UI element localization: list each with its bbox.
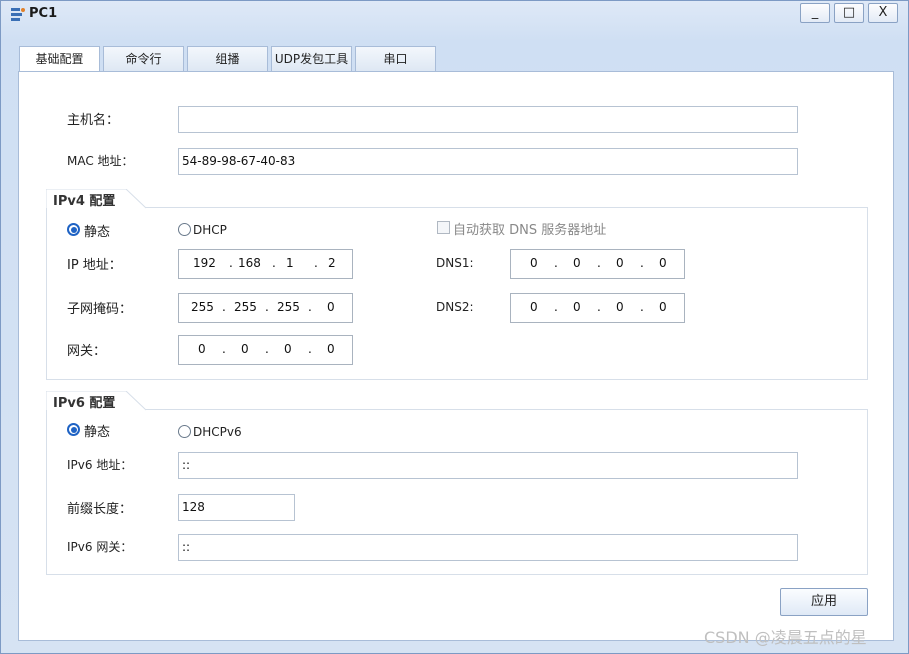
ip-dot-2: . [272, 256, 276, 270]
ip-dot-3: . [314, 256, 318, 270]
mask-dot-2: . [265, 300, 269, 314]
hostname-label: 主机名： [67, 113, 120, 128]
dns2-label: DNS2: [436, 300, 474, 314]
gateway-octet-2: 0 [241, 342, 249, 356]
mask-dot-3: . [308, 300, 312, 314]
tab-basic-config[interactable]: 基础配置 [19, 46, 100, 73]
title-bar[interactable]: PC1 _ □ X [1, 1, 908, 29]
ipv6-dhcpv6-label: DHCPv6 [193, 425, 242, 439]
dns1-octet-2: 0 [573, 256, 581, 270]
hostname-input[interactable] [178, 106, 798, 133]
ipv6-group-title: IPv6 配置 [47, 393, 116, 415]
ip-address-input[interactable]: 192 . 168 . 1 . 2 [178, 249, 353, 279]
ipv6-dhcpv6-radio[interactable] [178, 425, 191, 438]
ipv6-gateway-label: IPv6 网关： [67, 540, 133, 554]
pc1-window: PC1 _ □ X 基础配置 命令行 组播 UDP发包工具 串口 主机名： MA… [0, 0, 909, 654]
pc-app-icon [11, 8, 25, 21]
gateway-octet-3: 0 [284, 342, 292, 356]
dns1-octet-4: 0 [659, 256, 667, 270]
ip-address-label: IP 地址： [67, 258, 122, 273]
auto-dns-label: 自动获取 DNS 服务器地址 [453, 223, 607, 238]
ip-octet-1: 192 [193, 256, 216, 270]
tab-serial[interactable]: 串口 [355, 46, 436, 72]
ip-dot-1: . [229, 256, 233, 270]
dns2-dot-3: . [640, 300, 644, 314]
gateway-dot-1: . [222, 342, 226, 356]
ip-octet-2: 168 [238, 256, 261, 270]
close-button[interactable]: X [868, 3, 898, 23]
gateway-dot-3: . [308, 342, 312, 356]
gateway-label: 网关： [67, 344, 107, 359]
dns2-octet-4: 0 [659, 300, 667, 314]
dns1-dot-2: . [597, 256, 601, 270]
dns2-octet-1: 0 [530, 300, 538, 314]
dns1-input[interactable]: 0 . 0 . 0 . 0 [510, 249, 685, 279]
ipv4-static-label: 静态 [84, 225, 111, 240]
gateway-octet-1: 0 [198, 342, 206, 356]
ipv6-address-input[interactable]: :: [178, 452, 798, 479]
dns1-dot-3: . [640, 256, 644, 270]
window-title: PC1 [29, 6, 58, 21]
mask-octet-3: 255 [277, 300, 300, 314]
ipv6-static-label: 静态 [84, 425, 111, 440]
ipv6-address-label: IPv6 地址： [67, 458, 133, 472]
ipv6-static-radio[interactable] [67, 423, 80, 436]
ipv4-group-title: IPv4 配置 [47, 191, 116, 213]
apply-button[interactable]: 应用 [780, 588, 868, 616]
tab-multicast[interactable]: 组播 [187, 46, 268, 72]
auto-dns-checkbox[interactable] [437, 221, 450, 234]
dns1-octet-3: 0 [616, 256, 624, 270]
mask-octet-1: 255 [191, 300, 214, 314]
gateway-octet-4: 0 [327, 342, 335, 356]
minimize-button[interactable]: _ [800, 3, 830, 23]
gateway-input[interactable]: 0 . 0 . 0 . 0 [178, 335, 353, 365]
mask-dot-1: . [222, 300, 226, 314]
mask-octet-4: 0 [327, 300, 335, 314]
ip-octet-3: 1 [286, 256, 294, 270]
csdn-watermark: CSDN @凌晨五点的星 [704, 628, 867, 647]
ipv4-static-radio[interactable] [67, 223, 80, 236]
dns2-octet-2: 0 [573, 300, 581, 314]
mac-label: MAC 地址： [67, 154, 134, 168]
maximize-button[interactable]: □ [834, 3, 864, 23]
mac-field: 54-89-98-67-40-83 [178, 148, 798, 175]
dns1-octet-1: 0 [530, 256, 538, 270]
subnet-mask-input[interactable]: 255 . 255 . 255 . 0 [178, 293, 353, 323]
ipv6-gateway-input[interactable]: :: [178, 534, 798, 561]
ipv4-dhcp-label: DHCP [193, 223, 227, 237]
dns1-dot-1: . [554, 256, 558, 270]
ipv4-dhcp-radio[interactable] [178, 223, 191, 236]
mask-octet-2: 255 [234, 300, 257, 314]
dns2-dot-1: . [554, 300, 558, 314]
tab-udp-tool[interactable]: UDP发包工具 [271, 46, 352, 72]
dns1-label: DNS1: [436, 256, 474, 270]
dns2-input[interactable]: 0 . 0 . 0 . 0 [510, 293, 685, 323]
ip-octet-4: 2 [328, 256, 336, 270]
prefix-length-label: 前缀长度： [67, 502, 133, 517]
prefix-length-input[interactable]: 128 [178, 494, 295, 521]
dns2-dot-2: . [597, 300, 601, 314]
gateway-dot-2: . [265, 342, 269, 356]
subnet-mask-label: 子网掩码： [67, 302, 133, 317]
dns2-octet-3: 0 [616, 300, 624, 314]
tab-command-line[interactable]: 命令行 [103, 46, 184, 72]
